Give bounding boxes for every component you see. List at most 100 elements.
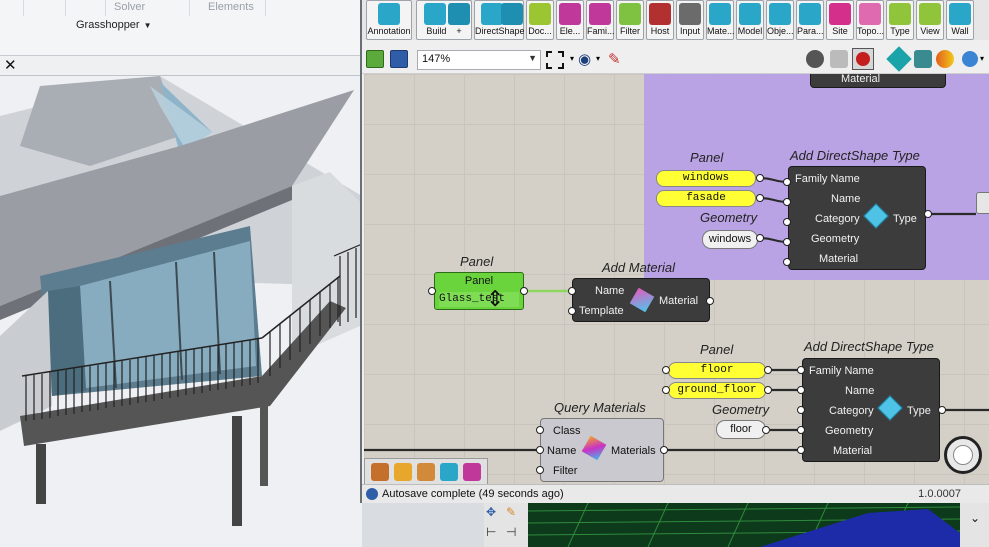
tool-icon[interactable]: ✎ xyxy=(506,505,522,521)
preview-mesh-icon[interactable] xyxy=(914,50,932,68)
input-category[interactable]: Category xyxy=(815,213,860,225)
offscreen-node[interactable] xyxy=(976,192,989,214)
chevron-down-icon[interactable]: ⌄ xyxy=(970,511,980,525)
output-port[interactable] xyxy=(924,210,932,218)
output-port[interactable] xyxy=(764,366,772,374)
chevron-down-icon[interactable]: ▾ xyxy=(570,54,574,63)
zoom-extents-icon[interactable] xyxy=(546,51,564,69)
add-directshape-type-node[interactable]: Family Name Name Category Geometry Mater… xyxy=(802,358,940,462)
geometry-param[interactable]: windows xyxy=(702,230,758,249)
3d-viewport[interactable] xyxy=(0,76,362,547)
input-name[interactable]: Name xyxy=(547,445,576,457)
panel-value[interactable]: Glass_test xyxy=(439,292,519,307)
output-port[interactable] xyxy=(938,406,946,414)
input-material[interactable]: Material xyxy=(819,253,858,265)
input-port[interactable] xyxy=(568,287,576,295)
tool-icon[interactable]: ⊢ xyxy=(486,525,502,541)
add-material-node[interactable]: Name Template Material xyxy=(572,278,710,322)
output-port[interactable] xyxy=(756,194,764,202)
tab-view[interactable]: View xyxy=(916,0,944,40)
ribbon-cell[interactable] xyxy=(66,0,106,16)
widget-icon[interactable] xyxy=(394,463,412,481)
query-materials-node[interactable]: Class Name Filter Materials xyxy=(540,418,664,482)
output-port[interactable] xyxy=(764,386,772,394)
widget-icon[interactable] xyxy=(440,463,458,481)
input-port[interactable] xyxy=(783,238,791,246)
zoom-select[interactable]: 147% ▼ xyxy=(417,50,541,70)
input-port[interactable] xyxy=(536,446,544,454)
tool-icon[interactable]: ⊣ xyxy=(506,525,522,541)
input-port[interactable] xyxy=(568,307,576,315)
tool-icon[interactable]: ✥ xyxy=(486,505,502,521)
output-port[interactable] xyxy=(756,234,764,242)
mesh-settings-icon[interactable] xyxy=(886,46,912,72)
panel-value[interactable]: ground_floor xyxy=(668,382,766,399)
save-icon[interactable] xyxy=(390,50,408,68)
input-filter[interactable]: Filter xyxy=(553,465,577,477)
tab-document[interactable]: Doc... xyxy=(526,0,554,40)
input-port[interactable] xyxy=(783,198,791,206)
grasshopper-menu[interactable]: Grasshopper ▼ xyxy=(76,19,152,31)
tab-material[interactable]: Mate... xyxy=(706,0,735,40)
output-type[interactable]: Type xyxy=(907,405,931,417)
input-port[interactable] xyxy=(662,386,670,394)
input-port[interactable] xyxy=(797,386,805,394)
tab-filter[interactable]: Filter xyxy=(616,0,644,40)
tab-element[interactable]: Ele... xyxy=(556,0,584,40)
input-port[interactable] xyxy=(783,258,791,266)
input-name[interactable]: Name xyxy=(845,385,874,397)
input-material[interactable]: Material xyxy=(833,445,872,457)
input-family-name[interactable]: Family Name xyxy=(809,365,874,377)
eye-icon[interactable]: ◉ xyxy=(578,50,591,68)
tab-host[interactable]: Host xyxy=(646,0,674,40)
preview-selected-button[interactable] xyxy=(852,48,874,70)
input-port[interactable] xyxy=(662,366,670,374)
tab-build[interactable]: Build + xyxy=(416,0,472,40)
material-node-partial[interactable]: Material xyxy=(810,74,946,88)
tab-annotation[interactable]: Annotation xyxy=(366,0,412,40)
input-category[interactable]: Category xyxy=(829,405,874,417)
output-port[interactable] xyxy=(756,174,764,182)
chevron-down-icon[interactable]: ▾ xyxy=(596,54,600,63)
input-port[interactable] xyxy=(783,218,791,226)
input-name[interactable]: Name xyxy=(831,193,860,205)
input-class[interactable]: Class xyxy=(553,425,581,437)
input-port[interactable] xyxy=(797,366,805,374)
rhino-viewport[interactable] xyxy=(528,503,960,547)
input-port[interactable] xyxy=(428,287,436,295)
panel-value[interactable]: floor xyxy=(668,362,766,379)
input-geometry[interactable]: Geometry xyxy=(825,425,873,437)
input-port[interactable] xyxy=(536,466,544,474)
tab-topography[interactable]: Topo... xyxy=(856,0,884,40)
tab-site[interactable]: Site xyxy=(826,0,854,40)
output-port[interactable] xyxy=(520,287,528,295)
input-port[interactable] xyxy=(536,426,544,434)
panel-value[interactable]: windows xyxy=(656,170,756,187)
open-file-icon[interactable] xyxy=(366,50,384,68)
chevron-down-icon[interactable]: ▾ xyxy=(980,54,984,63)
selected-panel[interactable]: Panel Glass_test xyxy=(434,272,524,310)
sketch-icon[interactable]: ✎ xyxy=(608,50,621,68)
tab-type[interactable]: Type xyxy=(886,0,914,40)
widget-icon[interactable] xyxy=(417,463,435,481)
tab-object[interactable]: Obje... xyxy=(766,0,794,40)
widget-icon[interactable] xyxy=(371,463,389,481)
tab-input[interactable]: Input xyxy=(676,0,704,40)
input-geometry[interactable]: Geometry xyxy=(811,233,859,245)
input-template[interactable]: Template xyxy=(579,305,624,317)
tab-wall[interactable]: Wall xyxy=(946,0,974,40)
output-material[interactable]: Material xyxy=(659,295,698,307)
output-type[interactable]: Type xyxy=(893,213,917,225)
output-port[interactable] xyxy=(660,446,668,454)
output-port[interactable] xyxy=(706,297,714,305)
close-icon[interactable]: ✕ xyxy=(4,57,17,74)
ribbon-cell[interactable] xyxy=(0,0,24,16)
add-directshape-type-node[interactable]: Family Name Name Category Geometry Mater… xyxy=(788,166,926,270)
output-materials[interactable]: Materials xyxy=(611,445,656,457)
input-port[interactable] xyxy=(783,178,791,186)
preview-shaded-icon[interactable] xyxy=(830,50,848,68)
tab-parameter[interactable]: Para... xyxy=(796,0,824,40)
gh-canvas[interactable]: Material Panel windows fasade Geometry w… xyxy=(364,74,989,485)
input-port[interactable] xyxy=(797,406,805,414)
tab-directshape[interactable]: DirectShape xyxy=(474,0,525,40)
